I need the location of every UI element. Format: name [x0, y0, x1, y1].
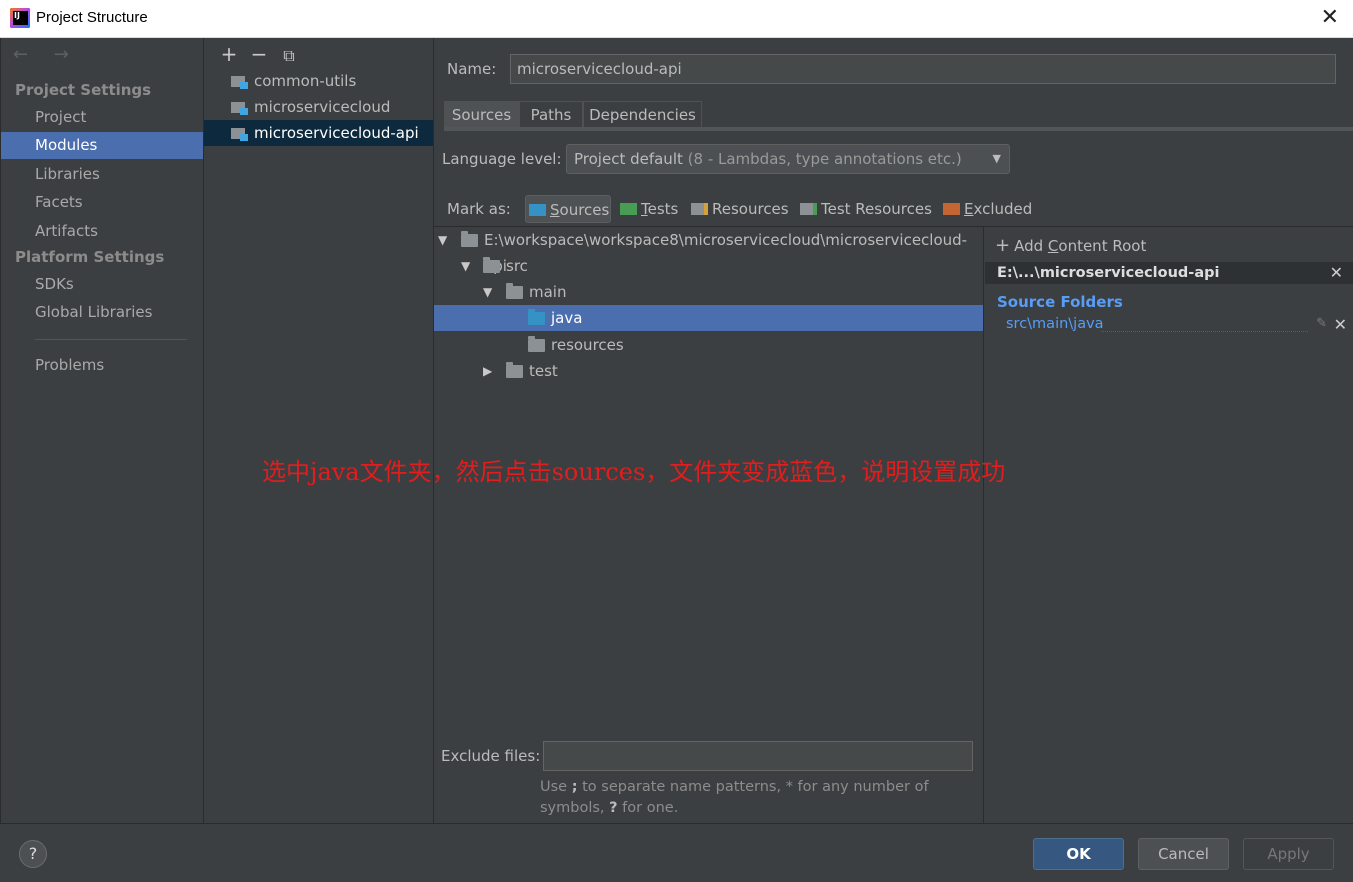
- language-level-detail: (8 - Lambdas, type annotations etc.): [687, 150, 962, 168]
- sources-folder-icon: [529, 204, 546, 216]
- mark-as-test-resources-button[interactable]: Test Resources: [797, 195, 933, 223]
- nav-item-project[interactable]: Project: [1, 104, 203, 131]
- settings-nav: ← → Project Settings Project Modules Lib…: [0, 38, 204, 823]
- exclude-files-hint: Use ; to separate name patterns, * for a…: [540, 779, 929, 816]
- nav-item-global-libraries[interactable]: Global Libraries: [1, 299, 203, 326]
- language-level-dropdown[interactable]: Project default (8 - Lambdas, type annot…: [566, 144, 1010, 174]
- nav-item-sdks[interactable]: SDKs: [1, 271, 203, 298]
- expanded-arrow-icon[interactable]: ▼: [461, 253, 470, 279]
- module-item-selected[interactable]: microservicecloud-api: [204, 120, 433, 146]
- window-title: Project Structure: [36, 9, 148, 26]
- nav-header-project-settings: Project Settings: [15, 81, 152, 99]
- dialog-button-bar: ? OK Cancel Apply: [0, 823, 1353, 882]
- mark-as-resources-button[interactable]: Resources: [688, 195, 789, 223]
- exclude-files-input[interactable]: [543, 741, 973, 771]
- plus-icon: +: [995, 235, 1011, 256]
- source-folder-item[interactable]: src\main\java: [1006, 316, 1104, 332]
- tree-node-label: main: [529, 283, 567, 301]
- module-item-label: microservicecloud-api: [254, 124, 419, 142]
- module-item-label: common-utils: [254, 72, 357, 90]
- tree-node-src[interactable]: ▼ src: [434, 253, 983, 279]
- module-folder-icon: [231, 126, 248, 141]
- cancel-button[interactable]: Cancel: [1138, 838, 1229, 870]
- remove-content-root-icon[interactable]: ✕: [1330, 262, 1343, 284]
- tabs-underline: [444, 127, 1353, 131]
- nav-item-modules[interactable]: Modules: [1, 132, 203, 159]
- folder-icon: [506, 362, 523, 378]
- module-settings-panel: Name: microservicecloud-api Sources Path…: [434, 38, 1353, 823]
- module-item[interactable]: common-utils: [204, 68, 433, 94]
- module-name-input[interactable]: microservicecloud-api: [510, 54, 1336, 84]
- content-root-tree[interactable]: ▼ E:\workspace\workspace8\microservicecl…: [434, 227, 984, 823]
- module-item[interactable]: microservicecloud: [204, 94, 433, 120]
- name-label: Name:: [447, 60, 497, 78]
- language-level-value: Project default: [574, 150, 683, 168]
- help-button[interactable]: ?: [19, 840, 47, 868]
- language-level-label: Language level:: [442, 150, 562, 168]
- copy-module-icon[interactable]: ⧉: [274, 46, 304, 66]
- collapsed-arrow-icon[interactable]: ▶: [483, 358, 492, 384]
- mark-as-tests-button[interactable]: Tests: [617, 195, 683, 223]
- tests-folder-icon: [620, 203, 637, 215]
- resources-folder-icon: [691, 203, 708, 215]
- back-forward-arrows-icon[interactable]: ← →: [13, 44, 79, 65]
- nav-item-facets[interactable]: Facets: [1, 189, 203, 216]
- add-content-root-button[interactable]: + Add Content Root: [995, 235, 1146, 256]
- tree-node-resources[interactable]: resources: [434, 332, 983, 358]
- folder-icon: [506, 283, 523, 299]
- tab-paths[interactable]: Paths: [519, 101, 583, 127]
- nav-header-platform-settings: Platform Settings: [15, 248, 165, 266]
- tree-node-label: resources: [551, 336, 624, 354]
- folder-icon: [528, 336, 545, 352]
- nav-divider: [35, 339, 187, 340]
- intellij-app-icon: [10, 8, 30, 28]
- mark-as-excluded-button[interactable]: Excluded: [940, 195, 1036, 223]
- nav-item-artifacts[interactable]: Artifacts: [1, 218, 203, 245]
- nav-item-libraries[interactable]: Libraries: [1, 161, 203, 188]
- tree-node-label: test: [529, 362, 558, 380]
- test-resources-folder-icon: [800, 203, 817, 215]
- excluded-folder-icon: [943, 203, 960, 215]
- content-roots-panel: + Add Content Root E:\...\microserviceclo…: [985, 227, 1353, 823]
- dropdown-arrow-icon: ▼: [992, 152, 1001, 165]
- tab-dependencies[interactable]: Dependencies: [583, 101, 702, 127]
- folder-icon: [483, 257, 500, 273]
- edit-source-folder-icon[interactable]: ✎: [1316, 316, 1327, 331]
- source-folders-title: Source Folders: [997, 293, 1123, 311]
- module-toolbar: + − ⧉: [214, 42, 304, 66]
- mark-as-label: Mark as:: [447, 200, 511, 218]
- tree-node-label: java: [551, 309, 583, 327]
- tree-node-label: src: [506, 257, 528, 275]
- close-window-button[interactable]: ✕: [1321, 6, 1339, 30]
- tree-node-java-selected[interactable]: java: [434, 305, 983, 331]
- nav-item-problems[interactable]: Problems: [1, 352, 203, 379]
- mark-as-sources-button[interactable]: Sources: [525, 195, 611, 223]
- annotation-text: 选中java文件夹，然后点击sources，文件夹变成蓝色，说明设置成功: [262, 458, 1006, 486]
- expanded-arrow-icon[interactable]: ▼: [483, 279, 492, 305]
- title-bar: Project Structure ✕: [0, 0, 1353, 38]
- tab-sources[interactable]: Sources: [444, 101, 519, 127]
- folder-icon: [461, 231, 478, 247]
- module-item-label: microservicecloud: [254, 98, 391, 116]
- remove-module-icon[interactable]: −: [244, 42, 274, 66]
- expanded-arrow-icon[interactable]: ▼: [438, 227, 447, 253]
- dotted-leader: [1101, 331, 1308, 332]
- content-root-header: E:\...\microservicecloud-api ✕: [985, 262, 1353, 284]
- apply-button[interactable]: Apply: [1243, 838, 1334, 870]
- tree-node-root[interactable]: ▼ E:\workspace\workspace8\microservicecl…: [434, 227, 983, 275]
- content-root-title: E:\...\microservicecloud-api: [997, 265, 1220, 281]
- tree-node-main[interactable]: ▼ main: [434, 279, 983, 305]
- module-folder-icon: [231, 74, 248, 89]
- exclude-files-label: Exclude files:: [441, 747, 541, 765]
- source-folder-icon: [528, 309, 545, 325]
- add-module-icon[interactable]: +: [214, 42, 244, 66]
- module-folder-icon: [231, 100, 248, 115]
- ok-button[interactable]: OK: [1033, 838, 1124, 870]
- tree-node-test[interactable]: ▶ test: [434, 358, 983, 384]
- remove-source-folder-icon[interactable]: ✕: [1334, 315, 1347, 334]
- module-list-panel: + − ⧉ common-utils microservicecloud micro…: [204, 38, 434, 823]
